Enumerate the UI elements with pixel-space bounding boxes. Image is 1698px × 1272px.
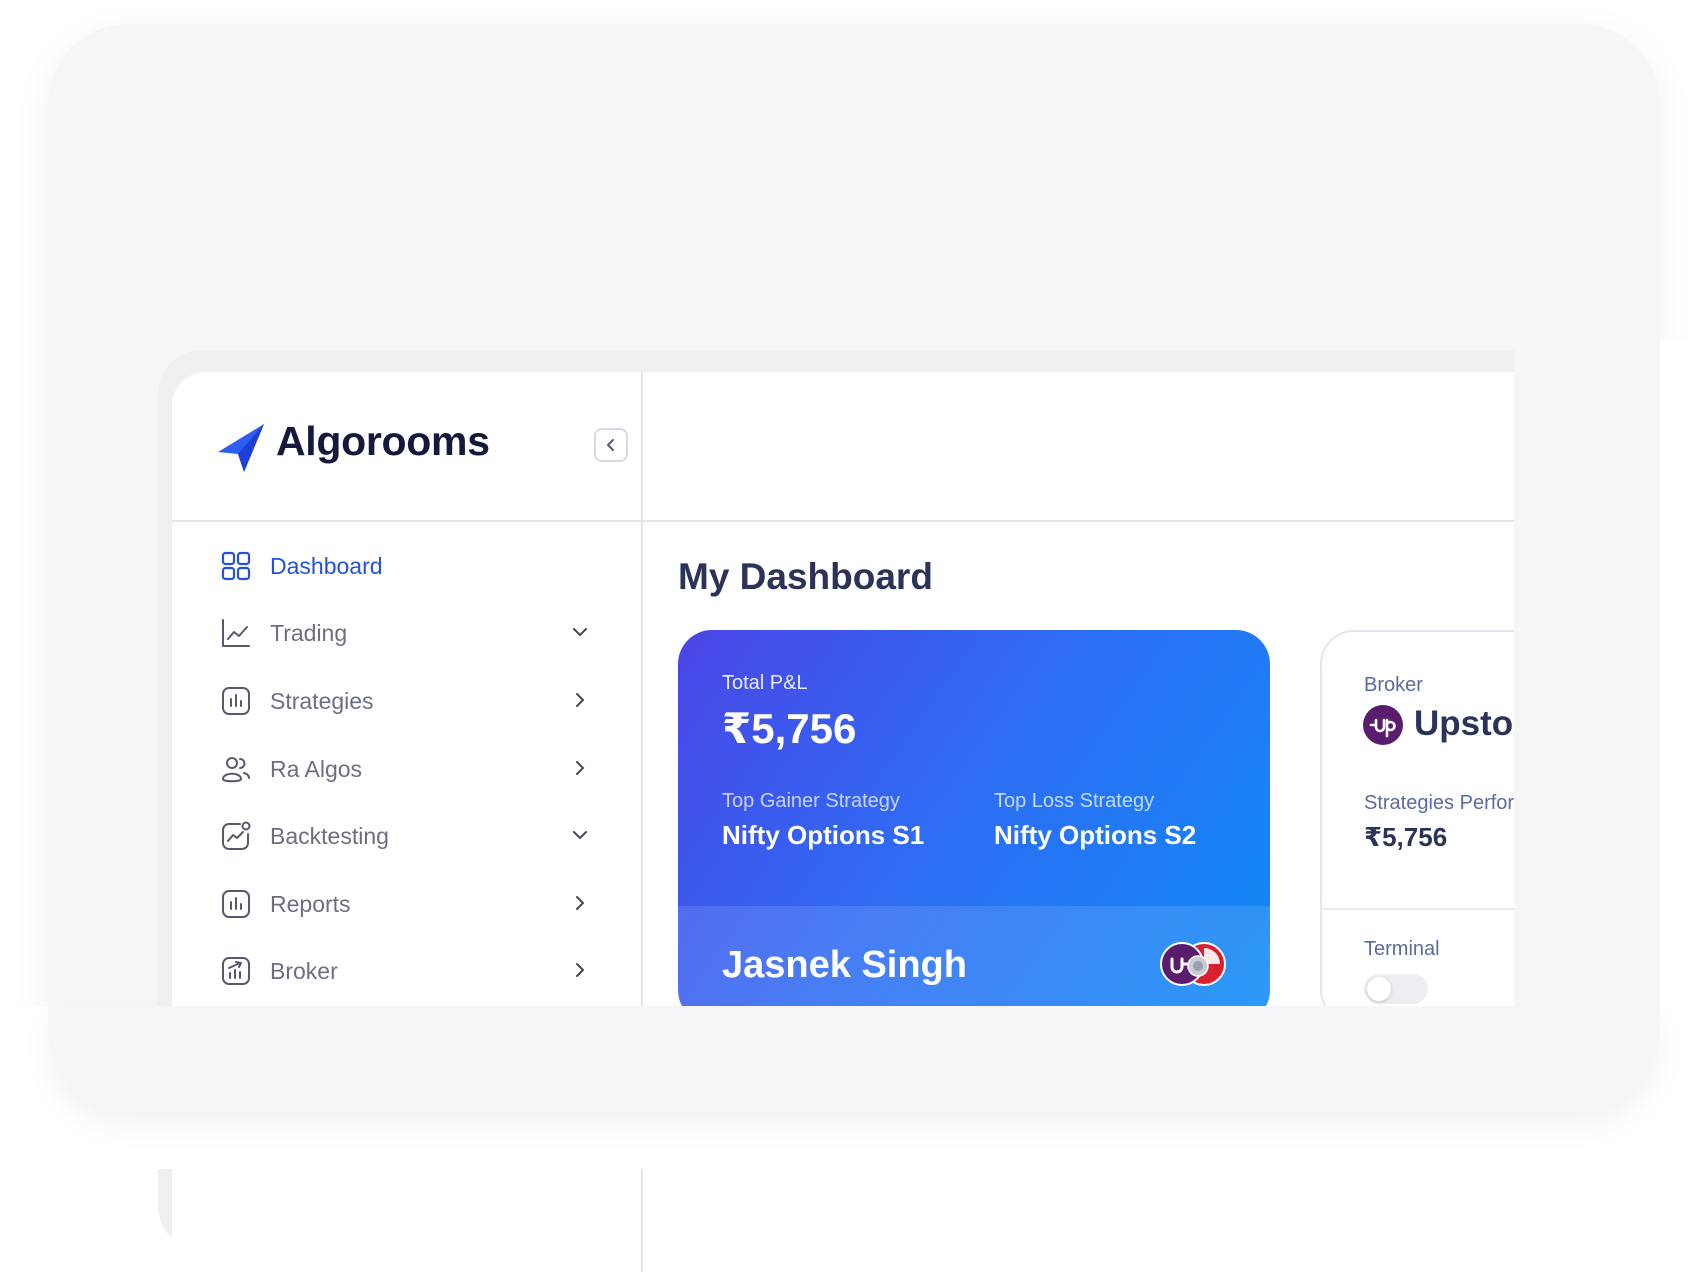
sidebar-item-reports[interactable]: Reports bbox=[220, 881, 620, 927]
growth-chart-icon bbox=[222, 957, 250, 985]
user-name: Jasnek Singh bbox=[722, 944, 967, 986]
collapse-sidebar-button[interactable] bbox=[594, 428, 628, 462]
sidebar-item-label: Broker bbox=[270, 957, 338, 984]
chevron-right-icon[interactable] bbox=[570, 758, 590, 778]
top-gainer-value: Nifty Options S1 bbox=[722, 820, 925, 850]
total-pnl-value: ₹5,756 bbox=[722, 705, 857, 752]
broker-avatars-icon bbox=[1160, 942, 1226, 986]
chevron-right-icon[interactable] bbox=[570, 690, 590, 710]
top-loss-value: Nifty Options S2 bbox=[994, 820, 1197, 850]
terminal-label: Terminal bbox=[1364, 938, 1440, 960]
sidebar-item-trading[interactable]: Trading bbox=[220, 610, 620, 656]
chevron-left-icon bbox=[607, 439, 614, 451]
sidebar-item-label: Trading bbox=[270, 619, 348, 646]
chevron-down-icon[interactable] bbox=[570, 825, 590, 845]
paper-plane-logo-icon bbox=[218, 424, 264, 472]
page-title: My Dashboard bbox=[678, 556, 933, 597]
chevron-right-icon[interactable] bbox=[570, 893, 590, 913]
sidebar-item-label: Reports bbox=[270, 890, 351, 917]
top-loss-label: Top Loss Strategy bbox=[994, 790, 1155, 812]
sidebar-item-backtesting[interactable]: Backtesting bbox=[220, 813, 620, 859]
sidebar-item-label: Ra Algos bbox=[270, 755, 363, 782]
bar-chart-icon bbox=[222, 890, 250, 918]
bar-chart-icon bbox=[222, 687, 250, 715]
sidebar-item-ra-algos[interactable]: Ra Algos bbox=[220, 746, 620, 792]
top-gainer-label: Top Gainer Strategy bbox=[722, 790, 900, 812]
brand-name: Algorooms bbox=[276, 418, 490, 464]
upstox-logo-icon bbox=[1363, 705, 1403, 745]
brand-header: Algorooms bbox=[172, 372, 641, 522]
sidebar-item-broker[interactable]: Broker bbox=[220, 948, 620, 994]
broker-label: Broker bbox=[1364, 674, 1423, 696]
sidebar-item-strategies[interactable]: Strategies bbox=[220, 678, 620, 724]
chart-settings-icon bbox=[222, 821, 251, 850]
total-pnl-card[interactable]: Total P&L ₹5,756 Top Gainer Strategy Nif… bbox=[678, 630, 1270, 1024]
outer-frame-bottom bbox=[48, 1006, 1660, 1111]
chevron-right-icon[interactable] bbox=[570, 960, 590, 980]
users-icon bbox=[221, 757, 250, 783]
sidebar-item-dashboard[interactable]: Dashboard bbox=[220, 543, 620, 589]
line-chart-icon bbox=[222, 619, 250, 647]
terminal-toggle[interactable] bbox=[1364, 974, 1428, 1004]
sidebar-item-label: Strategies bbox=[270, 687, 374, 714]
toggle-knob bbox=[1367, 977, 1391, 1001]
chevron-down-icon[interactable] bbox=[570, 622, 590, 642]
grid-icon bbox=[221, 551, 251, 581]
sidebar-item-label: Dashboard bbox=[270, 552, 383, 579]
sidebar-item-label: Backtesting bbox=[270, 822, 389, 849]
strategies-performance-value: ₹5,756 bbox=[1364, 822, 1448, 852]
total-pnl-label: Total P&L bbox=[722, 672, 808, 694]
